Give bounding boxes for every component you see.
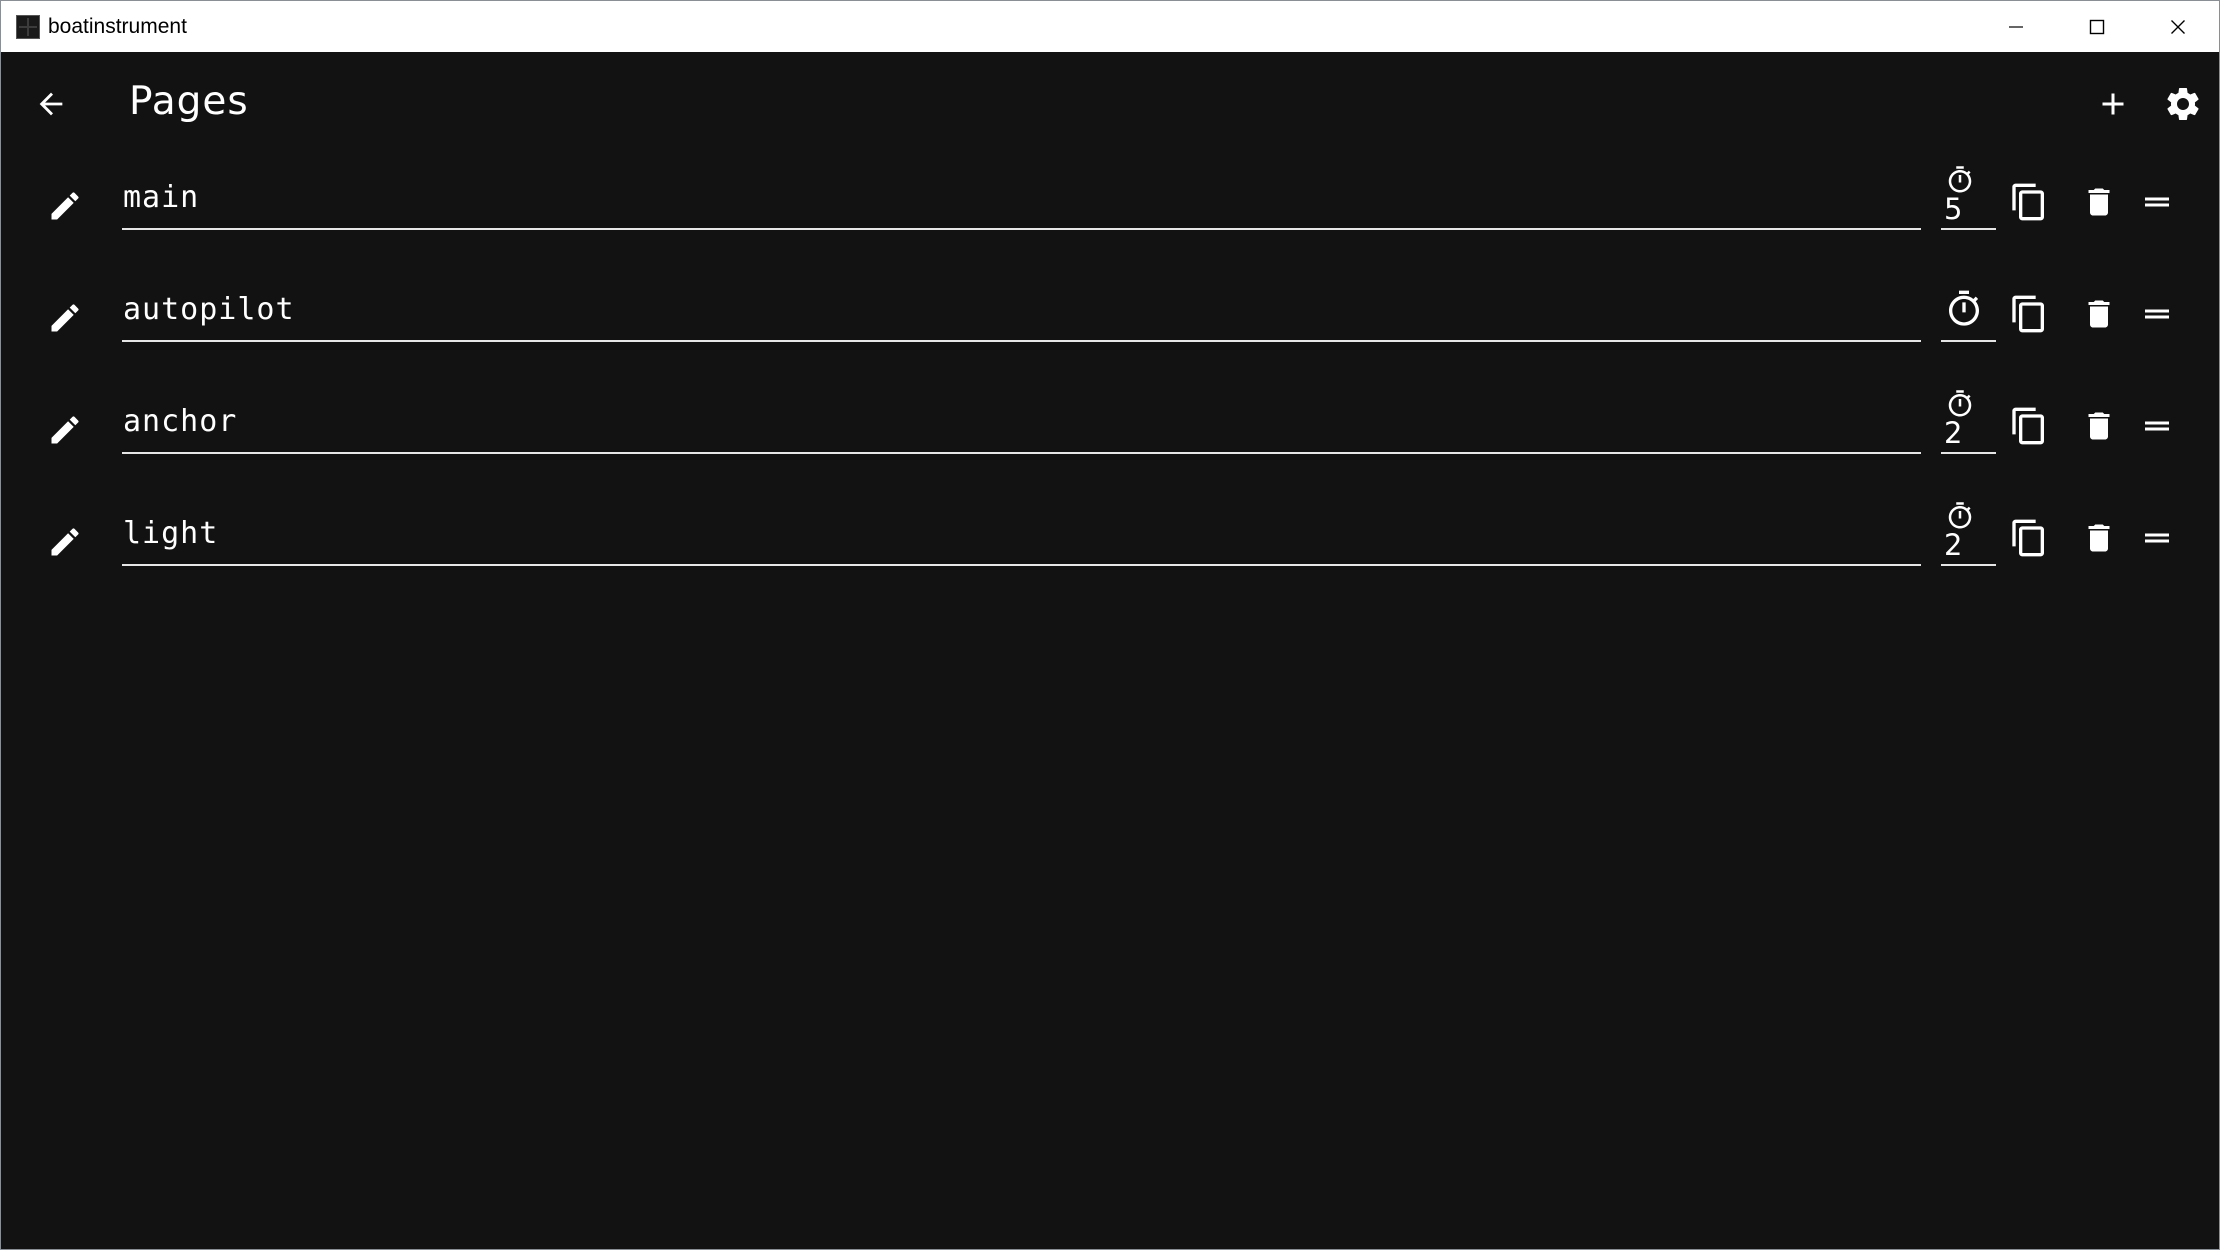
page-name-input[interactable]: light (122, 506, 1921, 566)
trash-icon (2088, 524, 2110, 552)
app-icon (16, 15, 40, 39)
page-name: anchor (123, 404, 238, 439)
reorder-page-handle[interactable] (2133, 178, 2181, 226)
drag-handle-icon (2145, 421, 2169, 431)
page-timeout-value: 2 (1944, 528, 1963, 562)
page-timeout-input[interactable]: 5 (1941, 166, 1996, 230)
edit-page-button[interactable] (41, 406, 89, 454)
page-name: light (123, 516, 219, 551)
page-name: autopilot (123, 292, 295, 327)
edit-page-button[interactable] (41, 518, 89, 566)
reorder-page-handle[interactable] (2133, 402, 2181, 450)
gear-icon (2167, 87, 2199, 120)
copy-icon (2012, 183, 2044, 221)
copy-page-button[interactable] (2005, 178, 2053, 226)
window-title: boatinstrument (48, 15, 187, 38)
delete-page-button[interactable] (2075, 514, 2123, 562)
copy-page-button[interactable] (2005, 290, 2053, 338)
title-bar: boatinstrument (1, 1, 2219, 52)
page-row: main 5 (1, 152, 2219, 264)
page-name-input[interactable]: anchor (122, 394, 1921, 454)
pencil-icon (51, 304, 79, 332)
edit-page-button[interactable] (41, 182, 89, 230)
reorder-page-handle[interactable] (2133, 514, 2181, 562)
trash-icon (2088, 412, 2110, 440)
maximize-button[interactable] (2057, 1, 2137, 52)
page-row: anchor 2 (1, 376, 2219, 488)
pencil-icon (51, 416, 79, 444)
settings-button[interactable] (2159, 80, 2207, 128)
drag-handle-icon (2145, 309, 2169, 319)
minimize-icon (2009, 25, 2023, 28)
pencil-icon (51, 192, 79, 220)
copy-icon (2012, 519, 2044, 557)
trash-icon (2088, 300, 2110, 328)
close-icon (2171, 19, 2185, 34)
page-timeout-input[interactable] (1941, 282, 1996, 342)
edit-page-button[interactable] (41, 294, 89, 342)
page-name-input[interactable]: autopilot (122, 282, 1921, 342)
page-title: Pages (129, 79, 249, 124)
pencil-icon (51, 528, 79, 556)
back-button[interactable] (27, 80, 75, 128)
page-row: light 2 (1, 488, 2219, 600)
page-name: main (123, 180, 200, 215)
page-timeout-value: 5 (1944, 192, 1963, 226)
copy-icon (2012, 407, 2044, 445)
delete-page-button[interactable] (2075, 290, 2123, 338)
timer-icon (1949, 290, 1979, 326)
minimize-button[interactable] (1976, 1, 2056, 52)
timer-icon (1948, 166, 1972, 193)
page-name-input[interactable]: main (122, 170, 1921, 230)
copy-page-button[interactable] (2005, 514, 2053, 562)
timer-icon (1948, 390, 1972, 417)
arrow-back-icon (39, 92, 63, 116)
timer-icon (1948, 502, 1972, 529)
drag-handle-icon (2145, 197, 2169, 207)
page-timeout-input[interactable]: 2 (1941, 390, 1996, 454)
trash-icon (2088, 188, 2110, 216)
plus-icon (2102, 93, 2124, 115)
copy-icon (2012, 295, 2044, 333)
drag-handle-icon (2145, 533, 2169, 543)
delete-page-button[interactable] (2075, 402, 2123, 450)
page-timeout-value: 2 (1944, 416, 1963, 450)
app-window: boatinstrument Pages main 5 autopilot an… (0, 0, 2220, 1250)
close-button[interactable] (2138, 1, 2218, 52)
add-page-button[interactable] (2089, 80, 2137, 128)
app-bar: Pages (1, 52, 2219, 152)
page-timeout-input[interactable]: 2 (1941, 502, 1996, 566)
copy-page-button[interactable] (2005, 402, 2053, 450)
maximize-icon (2089, 19, 2105, 34)
page-row: autopilot (1, 264, 2219, 376)
delete-page-button[interactable] (2075, 178, 2123, 226)
reorder-page-handle[interactable] (2133, 290, 2181, 338)
